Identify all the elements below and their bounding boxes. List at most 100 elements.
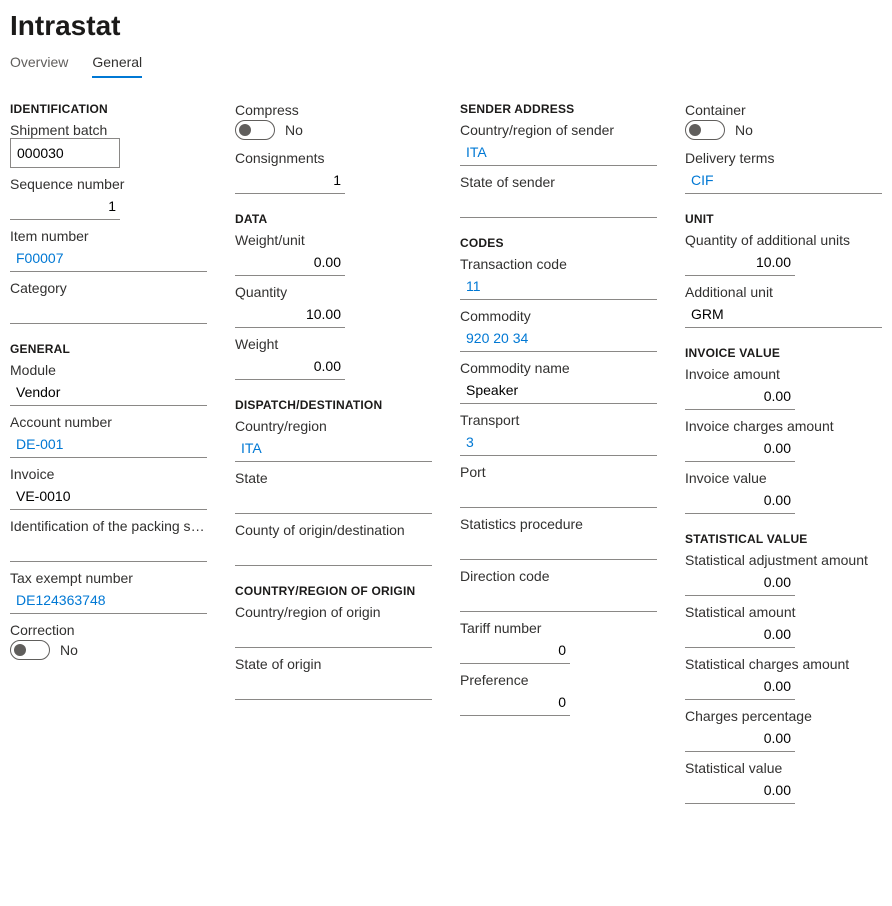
quantity-label: Quantity (235, 284, 432, 300)
account-number-label: Account number (10, 414, 207, 430)
compress-value: No (285, 122, 303, 138)
stat-procedure-input[interactable] (460, 532, 657, 560)
section-unit: UNIT (685, 212, 882, 226)
county-origin-dest-label: County of origin/destination (235, 522, 432, 538)
item-number-input[interactable] (10, 244, 207, 272)
country-region-sender-input[interactable] (460, 138, 657, 166)
module-input[interactable] (10, 378, 207, 406)
section-dispatch: DISPATCH/DESTINATION (235, 398, 432, 412)
tariff-number-label: Tariff number (460, 620, 657, 636)
stat-charges-input[interactable] (685, 672, 795, 700)
compress-toggle[interactable] (235, 120, 275, 140)
direction-code-label: Direction code (460, 568, 657, 584)
compress-label: Compress (235, 102, 432, 118)
invoice-label: Invoice (10, 466, 207, 482)
consignments-label: Consignments (235, 150, 432, 166)
delivery-terms-input[interactable] (685, 166, 882, 194)
tab-general[interactable]: General (92, 54, 142, 78)
commodity-input[interactable] (460, 324, 657, 352)
category-label: Category (10, 280, 207, 296)
packing-slip-label: Identification of the packing slip ... (10, 518, 207, 534)
sequence-number-input[interactable] (10, 192, 120, 220)
container-toggle[interactable] (685, 120, 725, 140)
stat-amount-label: Statistical amount (685, 604, 882, 620)
commodity-name-label: Commodity name (460, 360, 657, 376)
stat-amount-input[interactable] (685, 620, 795, 648)
port-label: Port (460, 464, 657, 480)
section-sender: SENDER ADDRESS (460, 102, 657, 116)
preference-input[interactable] (460, 688, 570, 716)
correction-value: No (60, 642, 78, 658)
consignments-input[interactable] (235, 166, 345, 194)
stat-procedure-label: Statistics procedure (460, 516, 657, 532)
commodity-name-input[interactable] (460, 376, 657, 404)
invoice-value-label: Invoice value (685, 470, 882, 486)
page-title: Intrastat (10, 10, 882, 42)
packing-slip-input[interactable] (10, 534, 207, 562)
invoice-charges-label: Invoice charges amount (685, 418, 882, 434)
delivery-terms-label: Delivery terms (685, 150, 882, 166)
section-codes: CODES (460, 236, 657, 250)
tax-exempt-label: Tax exempt number (10, 570, 207, 586)
additional-unit-input[interactable] (685, 300, 882, 328)
qty-additional-units-label: Quantity of additional units (685, 232, 882, 248)
country-region-label: Country/region (235, 418, 432, 434)
correction-label: Correction (10, 622, 207, 638)
county-origin-dest-input[interactable] (235, 538, 432, 566)
transaction-code-label: Transaction code (460, 256, 657, 272)
account-number-input[interactable] (10, 430, 207, 458)
state-sender-input[interactable] (460, 190, 657, 218)
section-identification: IDENTIFICATION (10, 102, 207, 116)
container-value: No (735, 122, 753, 138)
charges-pct-input[interactable] (685, 724, 795, 752)
country-region-origin-input[interactable] (235, 620, 432, 648)
transport-input[interactable] (460, 428, 657, 456)
state-sender-label: State of sender (460, 174, 657, 190)
correction-toggle[interactable] (10, 640, 50, 660)
section-general: GENERAL (10, 342, 207, 356)
preference-label: Preference (460, 672, 657, 688)
weight-input[interactable] (235, 352, 345, 380)
section-data: DATA (235, 212, 432, 226)
stat-adjustment-input[interactable] (685, 568, 795, 596)
container-label: Container (685, 102, 882, 118)
shipment-batch-input[interactable] (10, 138, 120, 168)
direction-code-input[interactable] (460, 584, 657, 612)
module-label: Module (10, 362, 207, 378)
stat-charges-label: Statistical charges amount (685, 656, 882, 672)
item-number-label: Item number (10, 228, 207, 244)
tab-overview[interactable]: Overview (10, 54, 68, 78)
state-origin-input[interactable] (235, 672, 432, 700)
invoice-amount-label: Invoice amount (685, 366, 882, 382)
tabs: Overview General (10, 54, 882, 78)
section-invoice-value: INVOICE VALUE (685, 346, 882, 360)
quantity-input[interactable] (235, 300, 345, 328)
commodity-label: Commodity (460, 308, 657, 324)
stat-value-input[interactable] (685, 776, 795, 804)
stat-value-label: Statistical value (685, 760, 882, 776)
qty-additional-units-input[interactable] (685, 248, 795, 276)
shipment-batch-label: Shipment batch (10, 122, 207, 138)
transport-label: Transport (460, 412, 657, 428)
tariff-number-input[interactable] (460, 636, 570, 664)
weight-unit-input[interactable] (235, 248, 345, 276)
country-region-input[interactable] (235, 434, 432, 462)
transaction-code-input[interactable] (460, 272, 657, 300)
section-statistical: STATISTICAL VALUE (685, 532, 882, 546)
state-origin-label: State of origin (235, 656, 432, 672)
weight-label: Weight (235, 336, 432, 352)
invoice-value-input[interactable] (685, 486, 795, 514)
category-input[interactable] (10, 296, 207, 324)
tax-exempt-input[interactable] (10, 586, 207, 614)
invoice-input[interactable] (10, 482, 207, 510)
state-input[interactable] (235, 486, 432, 514)
country-region-origin-label: Country/region of origin (235, 604, 432, 620)
port-input[interactable] (460, 480, 657, 508)
state-label: State (235, 470, 432, 486)
invoice-amount-input[interactable] (685, 382, 795, 410)
stat-adjustment-label: Statistical adjustment amount (685, 552, 882, 568)
weight-unit-label: Weight/unit (235, 232, 432, 248)
charges-pct-label: Charges percentage (685, 708, 882, 724)
invoice-charges-input[interactable] (685, 434, 795, 462)
section-coo: COUNTRY/REGION OF ORIGIN (235, 584, 432, 598)
